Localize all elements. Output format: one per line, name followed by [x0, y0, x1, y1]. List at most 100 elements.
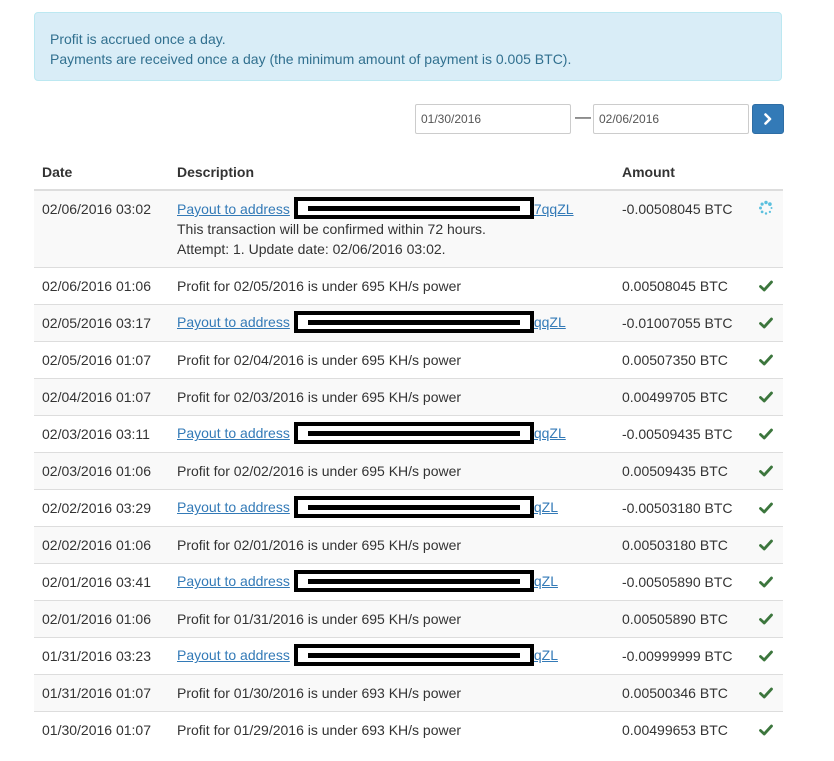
row-date: 02/01/2016 03:41	[34, 562, 169, 600]
date-to-input[interactable]	[593, 104, 749, 134]
table-row: 02/03/2016 01:06 Profit for 02/02/2016 is…	[34, 451, 783, 489]
row-status	[748, 562, 783, 600]
checkmark-icon	[758, 539, 773, 550]
row-amount: -0.01007055 BTC	[614, 303, 748, 341]
table-row: 02/05/2016 03:17 Payout to address qqZL -0.…	[34, 303, 783, 341]
attempt-note: Attempt: 1. Update date: 02/06/2016 03:0…	[177, 241, 446, 258]
row-status	[748, 599, 783, 637]
row-description: Profit for 02/05/2016 is under 695 KH/s …	[169, 266, 614, 304]
row-amount: 0.00509435 BTC	[614, 451, 748, 489]
chevron-right-icon	[764, 113, 772, 125]
address-tail[interactable]: qqZL	[534, 314, 566, 330]
row-date: 02/06/2016 01:06	[34, 266, 169, 304]
column-header-amount: Amount	[614, 155, 748, 191]
row-status	[748, 488, 783, 526]
payout-address-link[interactable]: Payout to address	[177, 499, 290, 515]
row-amount: -0.00509435 BTC	[614, 414, 748, 452]
redacted-address	[293, 197, 534, 220]
row-status	[748, 377, 783, 415]
table-row: 02/02/2016 01:06 Profit for 02/01/2016 is…	[34, 525, 783, 563]
alert-line-1: Profit is accrued once a day.	[50, 31, 226, 47]
checkmark-icon	[758, 502, 773, 513]
payout-address-link[interactable]: Payout to address	[177, 647, 290, 663]
redacted-address	[293, 421, 534, 444]
column-header-description: Description	[169, 155, 614, 191]
table-row: 02/06/2016 03:02 Payout to address 7qqZL Th…	[34, 189, 783, 267]
checkmark-icon	[758, 465, 773, 476]
row-description: Profit for 02/02/2016 is under 695 KH/s …	[169, 451, 614, 489]
address-tail[interactable]: 7qqZL	[534, 201, 574, 217]
checkmark-icon	[758, 650, 773, 661]
table-row: 01/31/2016 01:07 Profit for 01/30/2016 is…	[34, 673, 783, 711]
table-row: 01/31/2016 03:23 Payout to address qZL -0.0…	[34, 636, 783, 674]
row-status	[748, 303, 783, 341]
row-date: 02/05/2016 01:07	[34, 340, 169, 378]
row-date: 02/03/2016 01:06	[34, 451, 169, 489]
alert-line-2: Payments are received once a day (the mi…	[50, 51, 572, 67]
table-row: 01/30/2016 01:07 Profit for 01/29/2016 is…	[34, 710, 783, 748]
row-description: Profit for 02/01/2016 is under 695 KH/s …	[169, 525, 614, 563]
row-date: 01/31/2016 01:07	[34, 673, 169, 711]
payout-address-link[interactable]: Payout to address	[177, 425, 290, 441]
row-status	[748, 673, 783, 711]
table-row: 02/06/2016 01:06 Profit for 02/05/2016 is…	[34, 266, 783, 304]
address-tail[interactable]: qZL	[534, 499, 558, 515]
row-amount: 0.00505890 BTC	[614, 599, 748, 637]
confirmation-note: This transaction will be confirmed withi…	[177, 221, 486, 238]
date-from-input[interactable]	[415, 104, 571, 134]
row-status	[748, 451, 783, 489]
checkmark-icon	[758, 280, 773, 291]
row-amount: 0.00500346 BTC	[614, 673, 748, 711]
address-tail[interactable]: qZL	[534, 573, 558, 589]
row-amount: 0.00508045 BTC	[614, 266, 748, 304]
checkmark-icon	[758, 428, 773, 439]
checkmark-icon	[758, 354, 773, 365]
table-row: 02/04/2016 01:07 Profit for 02/03/2016 is…	[34, 377, 783, 415]
table-row: 02/03/2016 03:11 Payout to address qqZL -0.…	[34, 414, 783, 452]
table-row: 02/02/2016 03:29 Payout to address qZL -0.0…	[34, 488, 783, 526]
row-date: 01/30/2016 01:07	[34, 710, 169, 748]
row-amount: 0.00499653 BTC	[614, 710, 748, 748]
row-amount: -0.00508045 BTC	[614, 189, 748, 267]
spinner-icon	[758, 200, 772, 215]
date-separator: —	[575, 109, 591, 126]
address-tail[interactable]: qZL	[534, 647, 558, 663]
row-amount: -0.00505890 BTC	[614, 562, 748, 600]
address-tail[interactable]: qqZL	[534, 425, 566, 441]
row-description: Payout to address qZL	[169, 488, 614, 526]
table-header-row: Date Description Amount	[34, 155, 783, 191]
row-date: 02/05/2016 03:17	[34, 303, 169, 341]
checkmark-icon	[758, 576, 773, 587]
checkmark-icon	[758, 613, 773, 624]
checkmark-icon	[758, 687, 773, 698]
row-description: Payout to address qZL	[169, 636, 614, 674]
row-date: 02/02/2016 01:06	[34, 525, 169, 563]
payout-address-link[interactable]: Payout to address	[177, 201, 290, 217]
apply-date-range-button[interactable]	[752, 104, 784, 134]
row-date: 02/06/2016 03:02	[34, 189, 169, 267]
row-status	[748, 525, 783, 563]
row-description: Payout to address qZL	[169, 562, 614, 600]
row-status	[748, 636, 783, 674]
row-date: 01/31/2016 03:23	[34, 636, 169, 674]
row-status	[748, 189, 783, 267]
row-date: 02/04/2016 01:07	[34, 377, 169, 415]
payout-address-link[interactable]: Payout to address	[177, 314, 290, 330]
row-description: Profit for 01/31/2016 is under 695 KH/s …	[169, 599, 614, 637]
row-date: 02/01/2016 01:06	[34, 599, 169, 637]
checkmark-icon	[758, 724, 773, 736]
payout-address-link[interactable]: Payout to address	[177, 573, 290, 589]
row-amount: 0.00503180 BTC	[614, 525, 748, 563]
row-amount: -0.00999999 BTC	[614, 636, 748, 674]
table-row: 02/01/2016 01:06 Profit for 01/31/2016 is…	[34, 599, 783, 637]
column-header-status	[748, 155, 783, 191]
row-description: Payout to address qqZL	[169, 303, 614, 341]
table-row: 02/01/2016 03:41 Payout to address qZL -0.0…	[34, 562, 783, 600]
row-date: 02/03/2016 03:11	[34, 414, 169, 452]
row-amount: -0.00503180 BTC	[614, 488, 748, 526]
row-description: Payout to address 7qqZL This transaction w…	[169, 189, 614, 267]
row-description: Profit for 02/03/2016 is under 695 KH/s …	[169, 377, 614, 415]
row-amount: 0.00499705 BTC	[614, 377, 748, 415]
row-status	[748, 414, 783, 452]
row-description: Profit for 01/30/2016 is under 693 KH/s …	[169, 673, 614, 711]
